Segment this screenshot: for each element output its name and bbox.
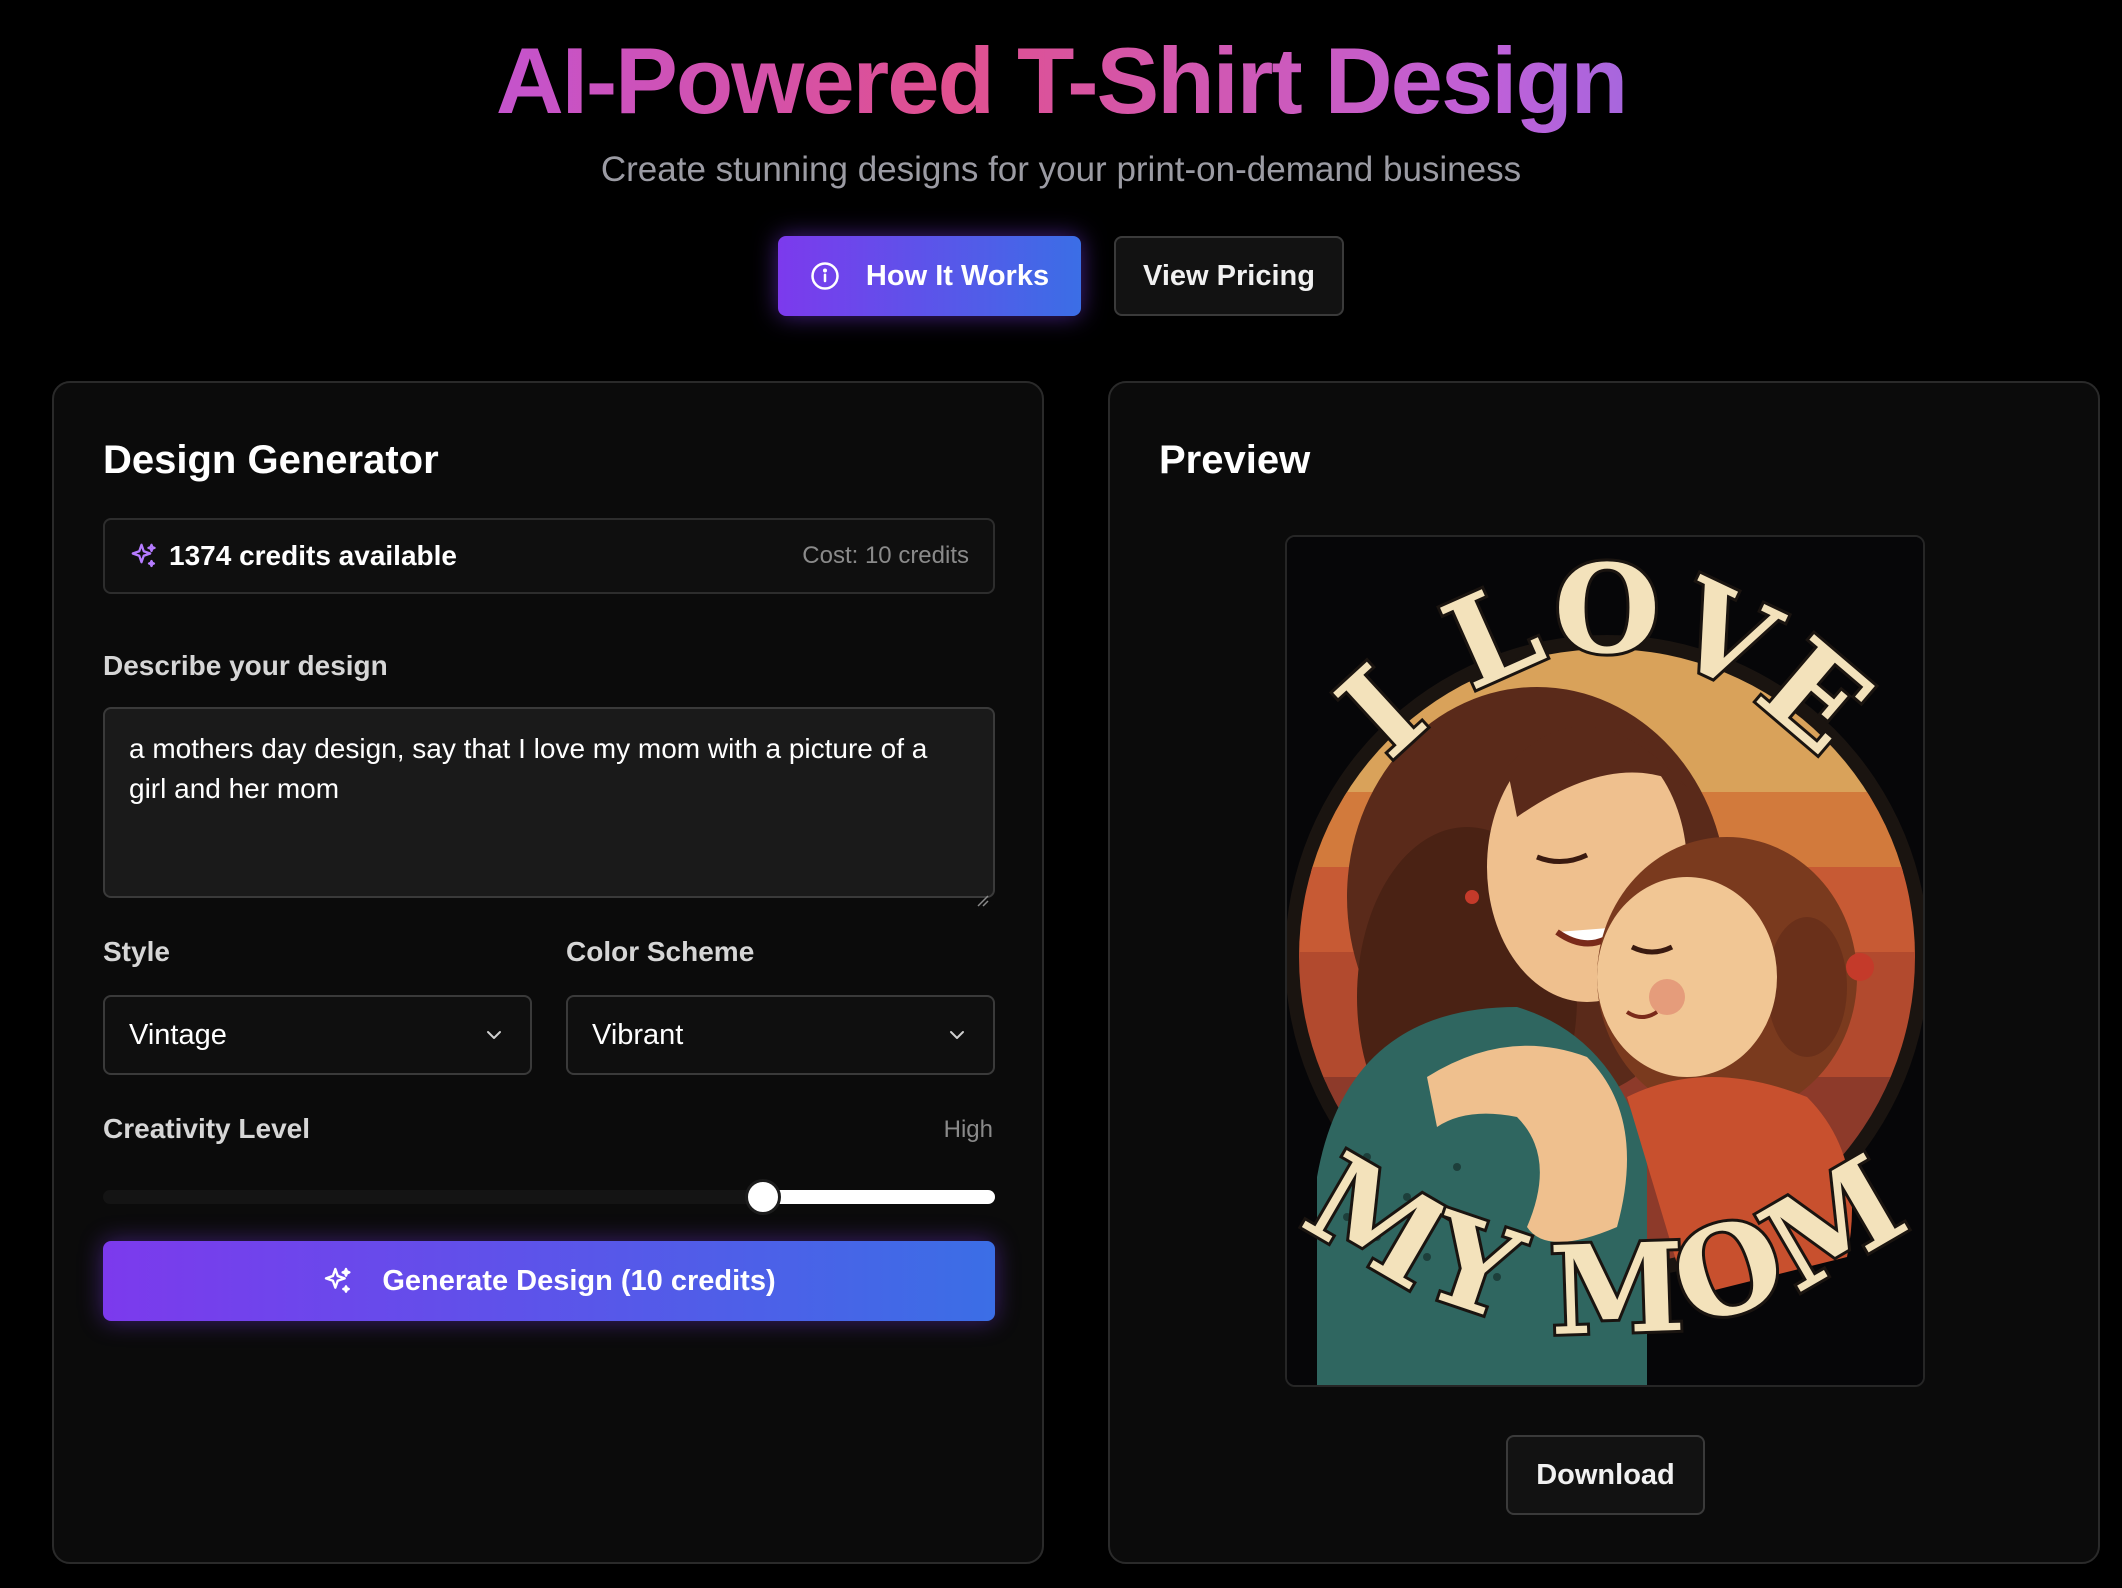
page-subtitle: Create stunning designs for your print-o… xyxy=(600,150,1522,189)
color-scheme-select[interactable]: Vibrant xyxy=(566,995,995,1075)
style-value: Vintage xyxy=(129,1018,227,1051)
preview-card: Preview I LOVE MY MOM Download xyxy=(1108,381,2100,1564)
page-title: AI-Powered T-Shirt Design xyxy=(0,26,2122,136)
sparkles-icon xyxy=(129,541,159,571)
chevron-down-icon xyxy=(482,1023,506,1047)
design-generator-card: Design Generator 1374 credits available … xyxy=(52,381,1044,1564)
prompt-text: a mothers day design, say that I love my… xyxy=(129,733,928,804)
slider-fill xyxy=(763,1190,995,1204)
generate-design-button[interactable]: Generate Design (10 credits) xyxy=(103,1241,995,1321)
how-it-works-label: How It Works xyxy=(865,259,1050,292)
view-pricing-button[interactable]: View Pricing xyxy=(1114,236,1344,316)
design-generator-title: Design Generator xyxy=(103,438,439,482)
style-label: Style xyxy=(103,936,170,967)
chevron-down-icon xyxy=(945,1023,969,1047)
resize-handle-icon[interactable] xyxy=(975,878,989,907)
creativity-level-text: High xyxy=(943,1116,993,1143)
credits-available: 1374 credits available xyxy=(169,540,457,571)
creativity-slider[interactable] xyxy=(103,1179,995,1215)
sparkles-icon xyxy=(322,1265,354,1297)
hero-actions: How It Works View Pricing xyxy=(0,236,2122,316)
color-scheme-value: Vibrant xyxy=(592,1018,684,1051)
preview-title: Preview xyxy=(1159,438,1311,482)
cost-text: Cost: 10 credits xyxy=(802,542,969,569)
tshirt-artwork: I LOVE MY MOM xyxy=(1287,537,1923,1385)
how-it-works-button[interactable]: How It Works xyxy=(778,236,1081,316)
design-preview-image: I LOVE MY MOM xyxy=(1285,535,1925,1387)
color-scheme-label: Color Scheme xyxy=(566,936,755,967)
describe-label: Describe your design xyxy=(103,650,388,681)
creativity-label: Creativity Level xyxy=(103,1113,310,1144)
generate-label: Generate Design (10 credits) xyxy=(382,1264,776,1297)
page: AI-Powered T-Shirt Design Create stunnin… xyxy=(0,0,2122,1588)
style-select[interactable]: Vintage xyxy=(103,995,532,1075)
slider-thumb[interactable] xyxy=(745,1179,782,1215)
credits-bar: 1374 credits available Cost: 10 credits xyxy=(103,518,995,594)
info-icon xyxy=(810,261,840,291)
design-prompt-textarea[interactable]: a mothers day design, say that I love my… xyxy=(103,707,995,907)
download-button[interactable]: Download xyxy=(1506,1435,1705,1515)
